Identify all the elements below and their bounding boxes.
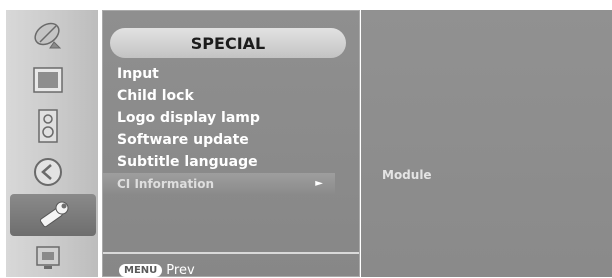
menu-list: Input Child lock Logo display lamp Softw…	[103, 63, 361, 195]
menu-item-label: Child lock	[117, 88, 194, 104]
screen-icon[interactable]	[16, 238, 80, 278]
menu-item-label: Input	[117, 66, 159, 82]
submenu-panel: Module	[361, 10, 612, 277]
menu-footer[interactable]: MENU Prev	[119, 262, 195, 278]
time-clock-icon[interactable]	[16, 152, 80, 192]
submenu-item-module[interactable]: Module	[382, 168, 432, 182]
menu-item-label: Subtitle language	[117, 154, 258, 170]
menu-item-software-update[interactable]: Software update	[103, 129, 361, 151]
menu-item-subtitle-language[interactable]: Subtitle language	[103, 151, 361, 173]
menu-item-label: Software update	[117, 132, 249, 148]
menu-key-icon: MENU	[119, 263, 163, 277]
menu-item-logo-display-lamp[interactable]: Logo display lamp	[103, 107, 361, 129]
icon-rail	[6, 10, 98, 277]
menu-title: SPECIAL	[110, 28, 346, 58]
audio-speaker-icon[interactable]	[16, 106, 80, 146]
submenu-arrow-icon: ►	[315, 178, 323, 189]
menu-divider	[103, 252, 359, 254]
menu-item-input[interactable]: Input	[103, 63, 361, 85]
special-wrench-icon[interactable]	[10, 194, 96, 236]
menu-item-ci-information[interactable]: CI Information ►	[103, 173, 335, 195]
prev-label: Prev	[166, 262, 195, 278]
satellite-dish-icon[interactable]	[16, 14, 80, 54]
menu-item-label: Logo display lamp	[117, 110, 260, 126]
picture-icon[interactable]	[16, 60, 80, 100]
menu-item-label: CI Information	[117, 177, 215, 191]
special-menu: SPECIAL Input Child lock Logo display la…	[102, 10, 361, 278]
menu-item-child-lock[interactable]: Child lock	[103, 85, 361, 107]
